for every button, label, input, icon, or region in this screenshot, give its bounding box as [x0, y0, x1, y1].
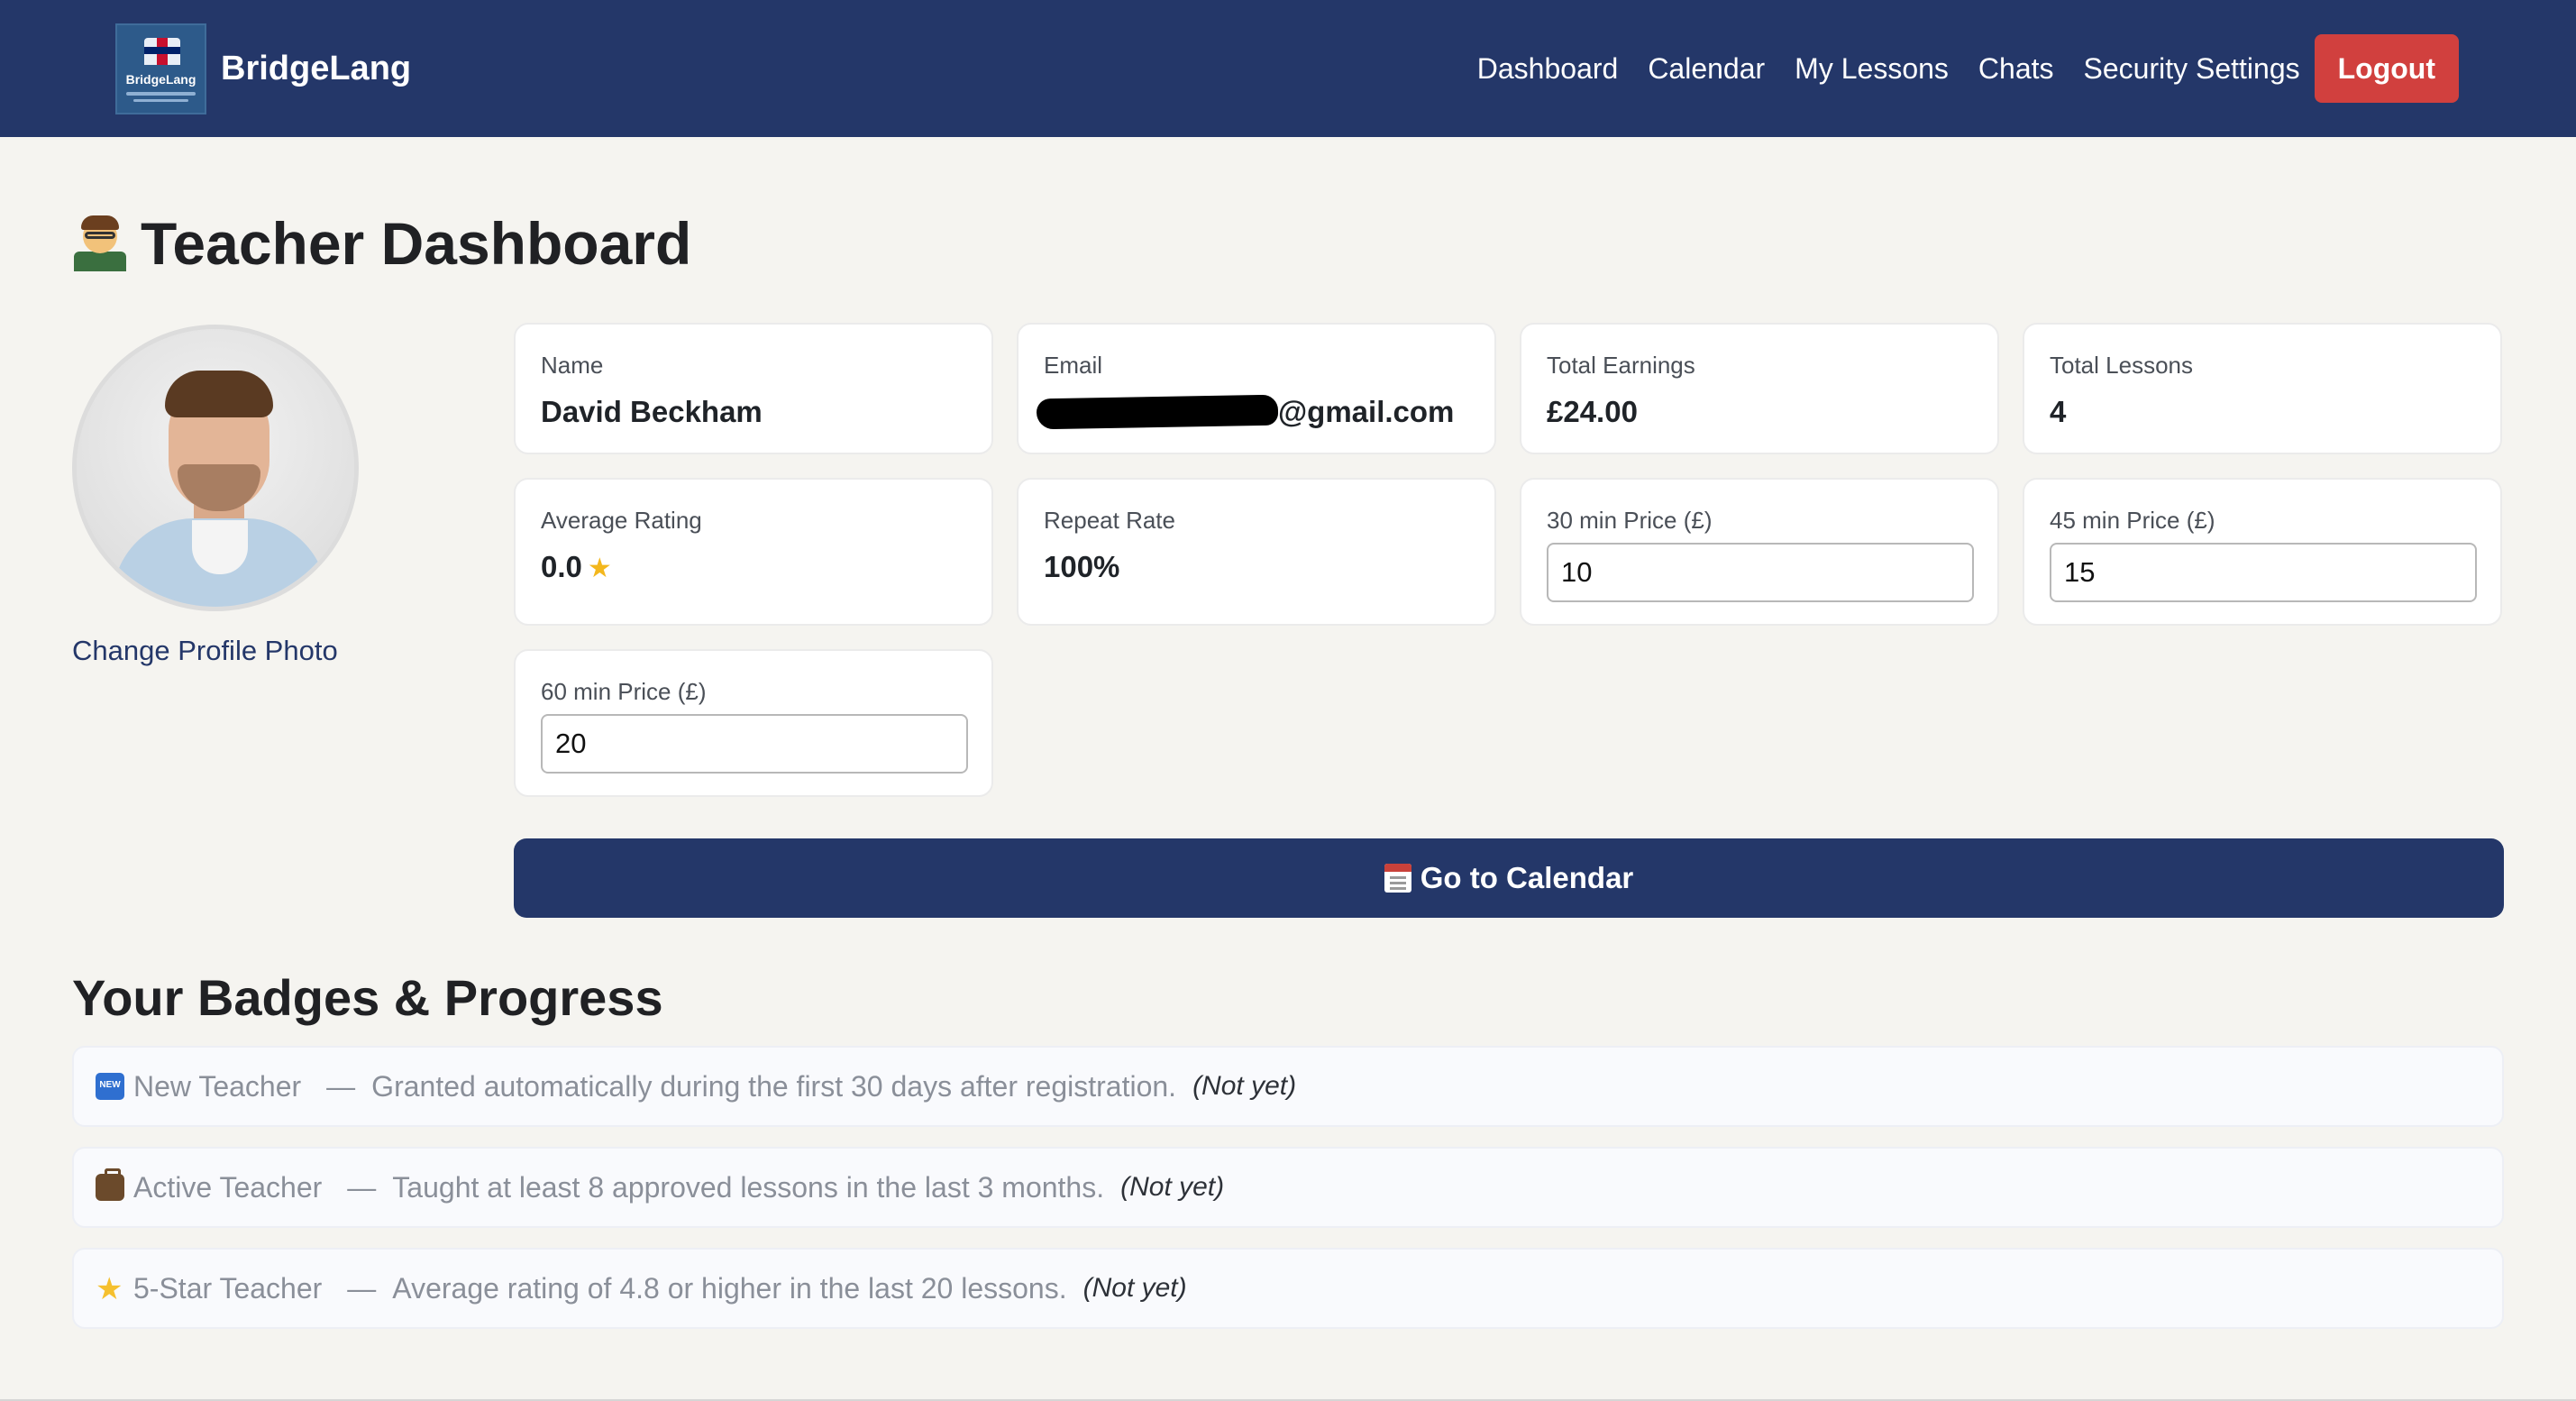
badge-status: (Not yet)	[1120, 1172, 1225, 1202]
email-label: Email	[1044, 352, 1103, 379]
badge-name: New Teacher	[133, 1069, 302, 1103]
name-card: Name David Beckham	[514, 323, 993, 454]
badges-section-title: Your Badges & Progress	[72, 969, 663, 1026]
earnings-card: Total Earnings £24.00	[1520, 323, 1999, 454]
change-profile-photo-link[interactable]: Change Profile Photo	[72, 635, 338, 667]
nav-chats[interactable]: Chats	[1978, 52, 2054, 86]
price-30-input[interactable]	[1547, 543, 1974, 602]
teacher-icon	[72, 215, 128, 271]
briefcase-icon	[96, 1168, 124, 1201]
price-45-input[interactable]	[2050, 543, 2477, 602]
brand-logo: BridgeLang	[115, 23, 206, 114]
email-value: @gmail.com	[1036, 394, 1455, 430]
price-60-input[interactable]	[541, 714, 968, 774]
new-icon	[96, 1073, 124, 1100]
brand-name[interactable]: BridgeLang	[221, 50, 411, 88]
logo-text: BridgeLang	[125, 72, 196, 87]
nav-links: Dashboard Calendar My Lessons Chats Secu…	[1448, 34, 2459, 103]
badge-description: Average rating of 4.8 or higher in the l…	[392, 1271, 1067, 1305]
price-30-card: 30 min Price (£)	[1520, 478, 1999, 626]
rating-card: Average Rating 0.0 ★	[514, 478, 993, 626]
name-value: David Beckham	[541, 395, 763, 428]
email-redaction	[1036, 394, 1279, 430]
rating-label: Average Rating	[541, 507, 702, 534]
go-to-calendar-button[interactable]: Go to Calendar	[514, 838, 2504, 918]
logo-tagline	[126, 92, 196, 96]
badge-row-active-teacher: Active Teacher — Taught at least 8 appro…	[72, 1147, 2504, 1228]
badge-status: (Not yet)	[1192, 1071, 1297, 1101]
badge-description: Taught at least 8 approved lessons in th…	[392, 1170, 1105, 1204]
price-45-label: 45 min Price (£)	[2050, 507, 2215, 534]
earnings-label: Total Earnings	[1547, 352, 1695, 379]
page-title-text: Teacher Dashboard	[141, 210, 692, 277]
price-60-card: 60 min Price (£)	[514, 649, 993, 797]
badge-name: Active Teacher	[133, 1170, 323, 1204]
nav-dashboard[interactable]: Dashboard	[1477, 52, 1619, 86]
top-navbar: BridgeLang BridgeLang Dashboard Calendar…	[0, 0, 2576, 137]
badge-row-5-star-teacher: 5-Star Teacher — Average rating of 4.8 o…	[72, 1248, 2504, 1329]
email-card: Email @gmail.com	[1017, 323, 1496, 454]
logo-tagline	[133, 99, 188, 102]
flag-stripe	[144, 47, 180, 54]
calendar-icon	[1384, 864, 1411, 893]
nav-calendar[interactable]: Calendar	[1648, 52, 1765, 86]
page-title: Teacher Dashboard	[72, 209, 691, 278]
star-icon: ★	[587, 554, 612, 583]
repeat-rate-label: Repeat Rate	[1044, 507, 1175, 534]
profile-avatar	[72, 325, 359, 611]
earnings-value: £24.00	[1547, 395, 1638, 428]
brand[interactable]: BridgeLang BridgeLang	[115, 23, 411, 114]
glowing-star-icon	[96, 1271, 124, 1307]
go-to-calendar-label: Go to Calendar	[1420, 861, 1634, 894]
email-domain: @gmail.com	[1278, 395, 1455, 428]
badge-name: 5-Star Teacher	[133, 1271, 323, 1305]
rating-value-wrap: 0.0 ★	[541, 550, 612, 584]
lessons-card: Total Lessons 4	[2023, 323, 2502, 454]
nav-my-lessons[interactable]: My Lessons	[1795, 52, 1949, 86]
lessons-label: Total Lessons	[2050, 352, 2193, 379]
price-60-label: 60 min Price (£)	[541, 678, 707, 705]
repeat-rate-card: Repeat Rate 100%	[1017, 478, 1496, 626]
badge-description: Granted automatically during the first 3…	[371, 1069, 1177, 1103]
badge-separator: —	[347, 1170, 377, 1204]
lessons-value: 4	[2050, 395, 2067, 428]
rating-value: 0.0	[541, 550, 582, 583]
badge-separator: —	[347, 1271, 377, 1305]
badge-row-new-teacher: New Teacher — Granted automatically duri…	[72, 1046, 2504, 1127]
badge-separator: —	[326, 1069, 356, 1103]
name-label: Name	[541, 352, 604, 379]
logout-button[interactable]: Logout	[2314, 34, 2459, 103]
badge-status: (Not yet)	[1082, 1273, 1187, 1303]
price-30-label: 30 min Price (£)	[1547, 507, 1713, 534]
price-45-card: 45 min Price (£)	[2023, 478, 2502, 626]
repeat-rate-value: 100%	[1044, 550, 1120, 583]
nav-security-settings[interactable]: Security Settings	[2084, 52, 2300, 86]
